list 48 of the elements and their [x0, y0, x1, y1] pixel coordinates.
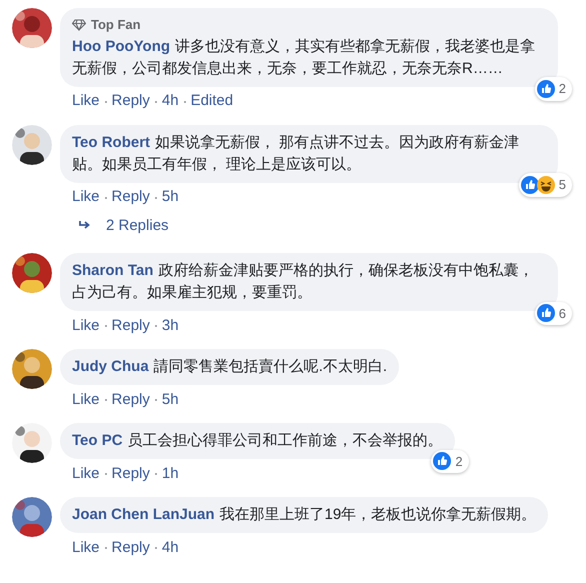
reaction-summary[interactable]: 5: [518, 173, 572, 196]
reaction-summary[interactable]: 2: [431, 450, 469, 473]
author-link[interactable]: Sharon Tan: [72, 262, 154, 279]
comment-text: Hoo PooYong 讲多也没有意义，其实有些都拿无薪假，我老婆也是拿无薪假，公司都发信息出来，无奈，要工作就忍，无奈无奈R……: [72, 36, 536, 78]
reaction-count: 2: [558, 80, 566, 98]
top-fan-label: Top Fan: [91, 16, 141, 34]
thumbs-up-icon: [536, 304, 555, 322]
thumbs-up-icon: [536, 80, 555, 98]
reaction-summary[interactable]: 2: [534, 77, 572, 100]
reaction-count: 5: [558, 176, 566, 194]
laughing-face-icon: [536, 176, 555, 194]
reaction-count: 6: [558, 304, 566, 322]
like-link[interactable]: Like: [72, 314, 100, 338]
author-link[interactable]: Teo PC: [72, 432, 123, 449]
author-link[interactable]: Hoo PooYong: [72, 38, 170, 54]
reply-link[interactable]: Reply: [112, 388, 150, 412]
thumbs-up-icon: [520, 176, 539, 194]
diamond-icon: [72, 18, 86, 31]
comment-text: Judy Chua 請同零售業包括賣什么呢.不太明白.: [72, 357, 388, 377]
reply-link[interactable]: Reply: [112, 536, 150, 560]
like-link[interactable]: Like: [72, 388, 100, 412]
thumbs-up-icon: [433, 452, 452, 470]
author-link[interactable]: Judy Chua: [72, 358, 149, 375]
reply-link[interactable]: Reply: [112, 314, 150, 338]
like-link[interactable]: Like: [72, 186, 100, 209]
timestamp-link[interactable]: 5h: [162, 186, 179, 209]
comment-text: Joan Chen LanJuan 我在那里上班了19年，老板也说你拿无薪假期。: [72, 505, 536, 525]
reaction-summary[interactable]: 6: [534, 302, 572, 325]
author-link[interactable]: Teo Robert: [72, 134, 150, 150]
edited-link[interactable]: Edited: [190, 90, 234, 113]
reply-link[interactable]: Reply: [112, 186, 150, 209]
comment-text: Sharon Tan 政府给薪金津贴要严格的执行，确保老板没有中饱私囊，占为己有。如果雇主犯规，要重罚。: [72, 261, 534, 303]
author-link[interactable]: Joan Chen LanJuan: [72, 506, 215, 523]
like-link[interactable]: Like: [72, 90, 100, 113]
timestamp-link[interactable]: 4h: [162, 536, 179, 560]
reply-link[interactable]: Reply: [112, 90, 150, 113]
reply-link[interactable]: Reply: [112, 462, 150, 486]
timestamp-link[interactable]: 5h: [162, 388, 179, 412]
comment-text: Teo PC 员工会担心得罪公司和工作前途，不会举报的。: [72, 431, 443, 451]
timestamp-link[interactable]: 1h: [162, 462, 179, 486]
like-link[interactable]: Like: [72, 536, 100, 560]
reply-arrow-icon: [78, 220, 92, 231]
view-replies-button[interactable]: 2 Replies: [12, 208, 574, 241]
comment-text: Teo Robert 如果说拿无薪假， 那有点讲不过去。因为政府有薪金津贴。如果员工有年假， 理论上是应该可以。: [72, 132, 520, 174]
timestamp-link[interactable]: 3h: [162, 314, 179, 338]
timestamp-link[interactable]: 4h: [162, 90, 179, 113]
like-link[interactable]: Like: [72, 462, 100, 486]
reaction-count: 2: [455, 452, 463, 470]
